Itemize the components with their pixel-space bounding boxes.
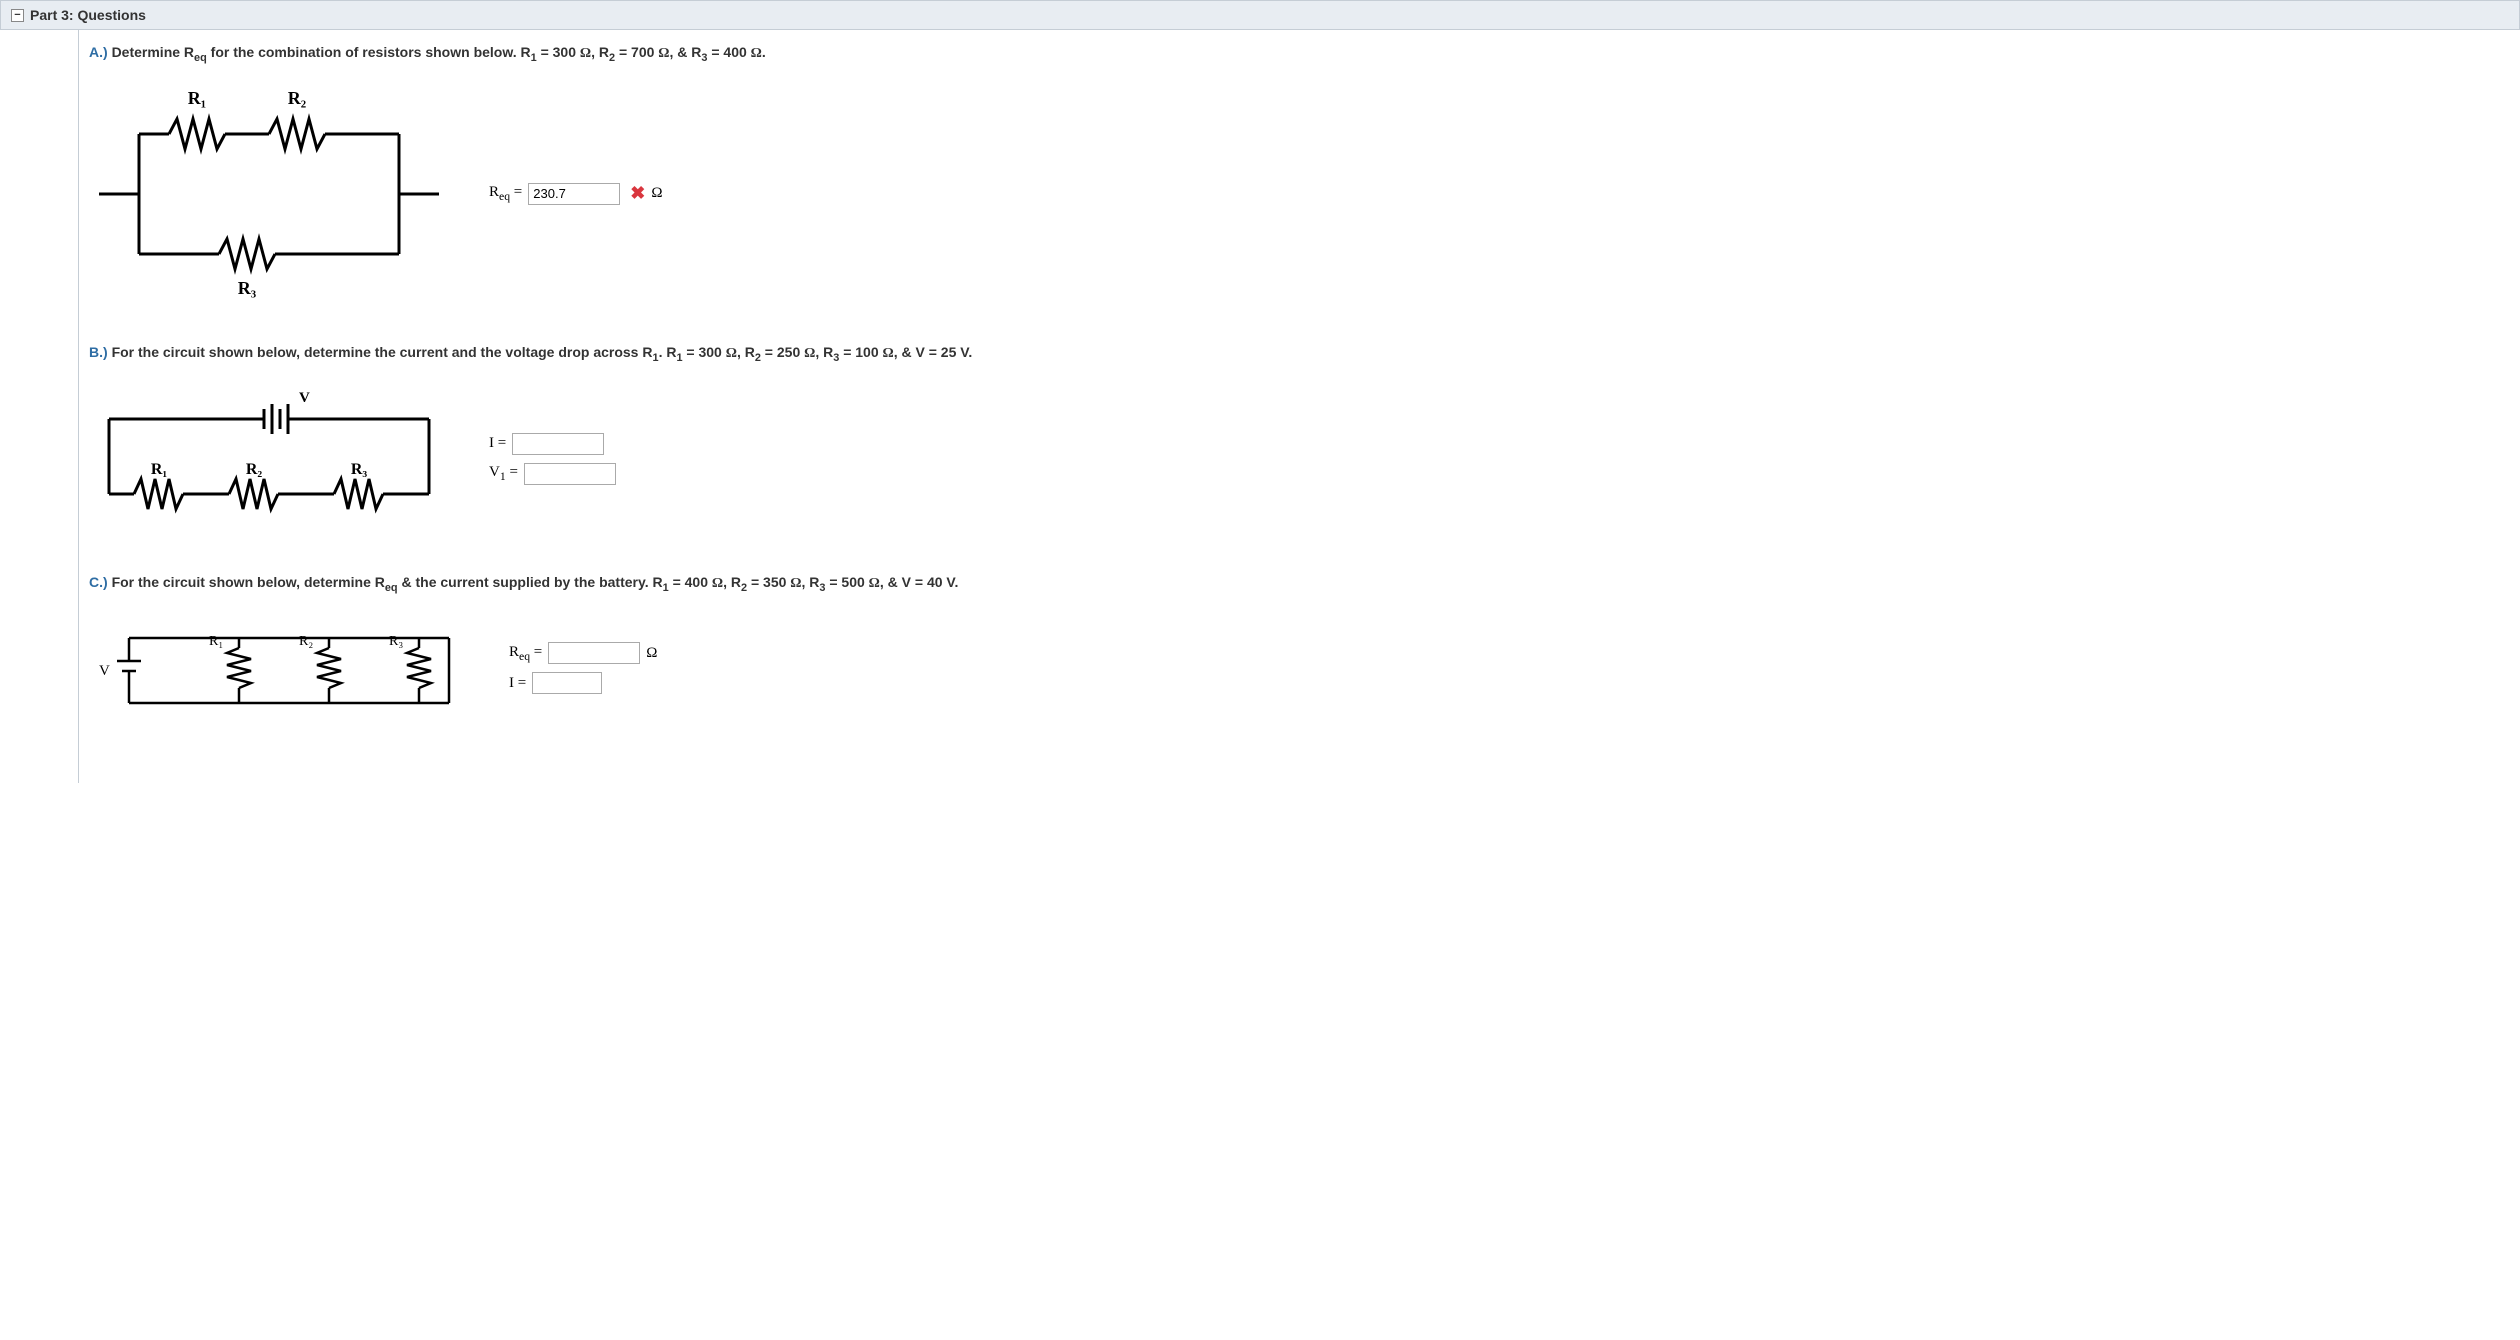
question-a-text: A.) Determine Req for the combination of…: [89, 44, 2510, 64]
collapse-icon[interactable]: −: [11, 9, 24, 22]
question-c-text: C.) For the circuit shown below, determi…: [89, 574, 2510, 594]
svg-text:R₃: R₃: [351, 461, 368, 478]
svg-text:R₂: R₂: [299, 634, 313, 649]
svg-text:V: V: [299, 390, 310, 406]
svg-text:R₃: R₃: [389, 634, 403, 649]
svg-text:R₁: R₁: [209, 634, 223, 649]
part-label-c: C.): [89, 574, 108, 590]
input-b-i[interactable]: [512, 433, 604, 455]
incorrect-icon: ✖: [630, 183, 645, 204]
input-c-i[interactable]: [532, 672, 602, 694]
part-label-b: B.): [89, 344, 108, 360]
answer-c-i: I =: [509, 672, 657, 694]
circuit-diagram-c: V R₁ R₂ R₃: [89, 613, 469, 723]
part-label-a: A.): [89, 44, 108, 60]
answer-block-c: Req = Ω I =: [509, 642, 657, 694]
question-a: A.) Determine Req for the combination of…: [89, 44, 2510, 304]
svg-text:R₃: R₃: [238, 278, 257, 298]
unit-ohm: Ω: [651, 185, 662, 202]
answer-b-i: I =: [489, 433, 616, 455]
unit-ohm: Ω: [646, 645, 657, 662]
circuit-diagram-b: V R₁ R₂ R₃: [89, 384, 449, 534]
answer-block-b: I = V1 =: [489, 433, 616, 485]
svg-text:R₂: R₂: [288, 88, 306, 108]
question-b-text: B.) For the circuit shown below, determi…: [89, 344, 2510, 364]
input-a-req[interactable]: [528, 183, 620, 205]
answer-c-req: Req = Ω: [509, 642, 657, 664]
svg-text:R₁: R₁: [151, 461, 168, 478]
answer-a-req: Req = ✖ Ω: [489, 183, 663, 205]
section-title: Part 3: Questions: [30, 7, 146, 23]
question-c: C.) For the circuit shown below, determi…: [89, 574, 2510, 724]
input-b-v1[interactable]: [524, 463, 616, 485]
section-header: − Part 3: Questions: [0, 0, 2520, 30]
input-c-req[interactable]: [548, 642, 640, 664]
circuit-diagram-a: R₁ R₂ R₃: [89, 84, 449, 304]
question-b: B.) For the circuit shown below, determi…: [89, 344, 2510, 534]
answer-block-a: Req = ✖ Ω: [489, 183, 663, 205]
content-area: A.) Determine Req for the combination of…: [78, 30, 2520, 783]
svg-text:R₁: R₁: [188, 88, 206, 108]
answer-b-v1: V1 =: [489, 463, 616, 485]
svg-text:R₂: R₂: [246, 461, 263, 478]
svg-text:V: V: [99, 663, 110, 679]
